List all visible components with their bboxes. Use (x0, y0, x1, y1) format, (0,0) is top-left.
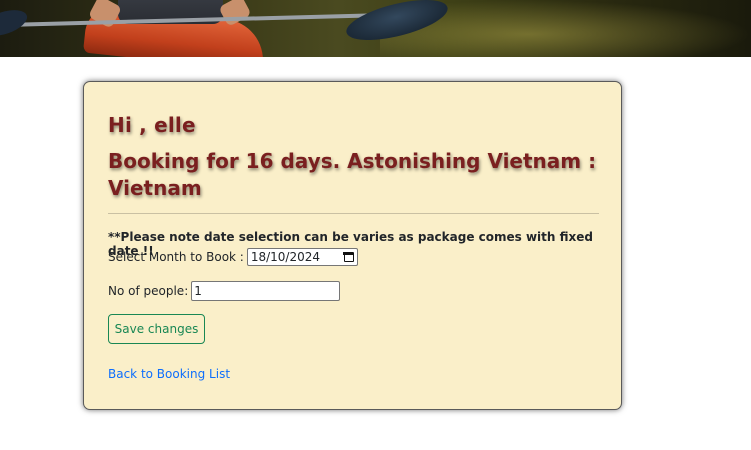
booking-card: Hi , elle Booking for 16 days. Astonishi… (83, 81, 622, 410)
header-banner-image (0, 0, 751, 57)
save-changes-button[interactable]: Save changes (108, 314, 205, 344)
calendar-icon[interactable] (343, 251, 354, 262)
booking-title: Booking for 16 days. Astonishing Vietnam… (108, 149, 597, 200)
divider (108, 213, 599, 214)
people-label: No of people: (108, 284, 189, 298)
people-input[interactable] (191, 281, 341, 301)
back-to-booking-list-link[interactable]: Back to Booking List (108, 367, 230, 381)
month-date-input[interactable]: 18/10/2024 (246, 248, 358, 266)
people-row: No of people: (108, 281, 341, 301)
month-label: Select Month to Book : (108, 250, 244, 264)
month-date-value: 18/10/2024 (250, 250, 321, 264)
greeting-heading: Hi , elle (108, 113, 196, 137)
month-row: Select Month to Book : 18/10/2024 (108, 248, 358, 266)
